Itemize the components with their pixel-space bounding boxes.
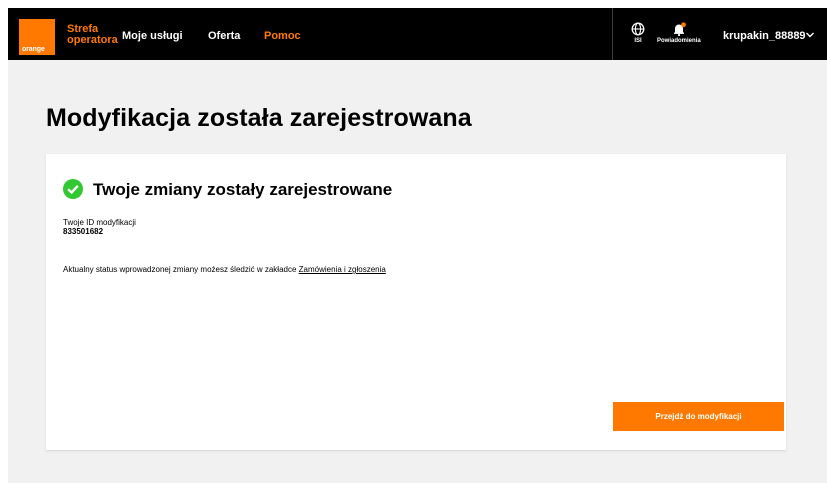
- top-navigation-bar: orange Strefa operatora Moje usługi Ofer…: [8, 8, 827, 60]
- success-check-icon: [63, 179, 83, 199]
- language-switcher[interactable]: ISI: [631, 22, 645, 44]
- modification-id-label: Twoje ID modyfikacji: [63, 218, 136, 227]
- chevron-down-icon[interactable]: [805, 31, 815, 39]
- notifications-label: Powiadomienia: [657, 38, 701, 44]
- logo-text: orange: [22, 46, 45, 53]
- confirmation-card: Twoje zmiany zostały zarejestrowane Twoj…: [46, 154, 786, 450]
- header-divider: [612, 8, 613, 60]
- nav-pomoc[interactable]: Pomoc: [264, 30, 301, 42]
- globe-icon: [631, 22, 645, 36]
- nav-moje-uslugi[interactable]: Moje usługi: [122, 30, 183, 42]
- card-heading: Twoje zmiany zostały zarejestrowane: [93, 180, 393, 199]
- status-info: Aktualny status wprowadzonej zmiany może…: [63, 265, 386, 274]
- page-frame: orange Strefa operatora Moje usługi Ofer…: [8, 8, 827, 483]
- notifications-button[interactable]: Powiadomienia: [657, 22, 701, 44]
- service-name[interactable]: Strefa operatora: [67, 24, 118, 46]
- nav-oferta[interactable]: Oferta: [208, 30, 240, 42]
- orange-logo[interactable]: orange: [19, 19, 55, 55]
- status-info-text: Aktualny status wprowadzonej zmiany może…: [63, 265, 297, 274]
- service-name-line2: operatora: [67, 34, 118, 46]
- language-label: ISI: [634, 38, 642, 44]
- orders-and-requests-link[interactable]: Zamówienia i zgłoszenia: [299, 265, 386, 274]
- user-account-name[interactable]: krupakin_88889: [723, 30, 806, 42]
- page-title: Modyfikacja została zarejestrowana: [46, 104, 472, 132]
- modification-id-value: 833501682: [63, 227, 104, 236]
- bell-icon: [673, 22, 686, 36]
- go-to-modification-button[interactable]: Przejdź do modyfikacji: [613, 402, 784, 431]
